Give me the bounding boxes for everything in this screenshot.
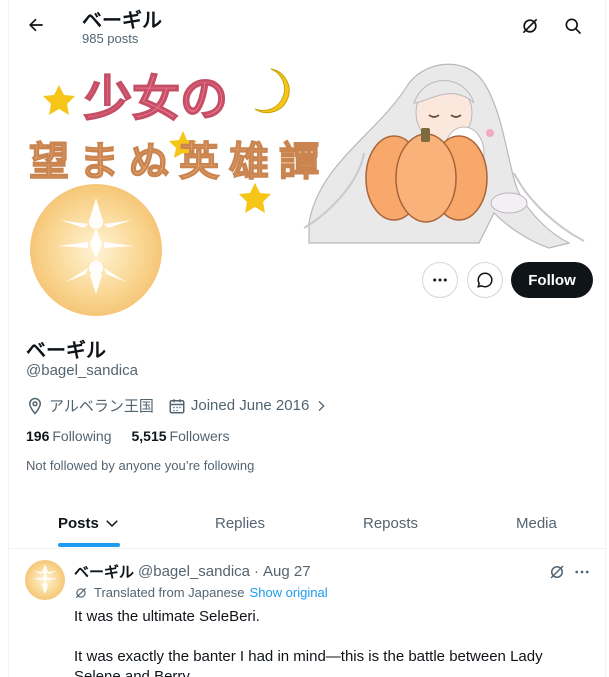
back-button[interactable]: [19, 8, 53, 42]
grok-button[interactable]: [513, 9, 547, 43]
tab-label: Replies: [215, 514, 266, 532]
display-name: ベーギル: [26, 338, 106, 362]
profile-tabs: Posts Replies Reposts Media: [9, 497, 605, 549]
avatar-image: [30, 184, 162, 316]
followers-count: 5,515: [131, 428, 167, 444]
location-text: アルベラン王国: [49, 398, 154, 415]
top-bar: ベーギル 985 posts: [9, 0, 605, 53]
translation-note: Translated from Japanese Show original: [74, 585, 328, 600]
post-date[interactable]: Aug 27: [263, 563, 311, 580]
more-button[interactable]: [422, 262, 458, 298]
follow-button[interactable]: Follow: [511, 262, 593, 298]
post-text-line: It was the ultimate SeleBeri.: [74, 608, 260, 625]
join-date[interactable]: Joined June 2016: [168, 397, 334, 415]
followers-link[interactable]: 5,515 Followers: [132, 428, 230, 444]
followers-label: Followers: [169, 428, 230, 444]
post-header: ベーギル @bagel_sandica · Aug 27: [74, 561, 311, 582]
banner-title-line1: 少女の: [84, 71, 228, 127]
location: アルベラン王国: [26, 395, 154, 416]
grok-icon: [550, 565, 564, 579]
banner-title-line2: 望まぬ英雄譚: [29, 139, 329, 185]
following-link[interactable]: 196 Following: [26, 428, 112, 444]
post-item[interactable]: ベーギル @bagel_sandica · Aug 27 Translated …: [9, 549, 605, 677]
tab-reposts[interactable]: Reposts: [363, 497, 418, 549]
profile-avatar[interactable]: [26, 180, 166, 320]
tab-label: Media: [516, 514, 557, 532]
chevron-right-icon: [318, 400, 325, 411]
follow-stats: 196 Following 5,515 Followers: [26, 428, 249, 444]
search-icon: [565, 18, 582, 35]
following-label: Following: [52, 428, 112, 444]
joined-text: Joined June 2016: [190, 397, 310, 414]
message-icon: [477, 272, 493, 288]
post-count: 985 posts: [82, 31, 139, 46]
star-icon: [43, 85, 75, 115]
page-title: ベーギル: [82, 8, 162, 32]
post-separator: ·: [254, 563, 259, 580]
post-more-button[interactable]: [569, 559, 595, 585]
message-button[interactable]: [467, 262, 503, 298]
calendar-icon: [169, 398, 185, 413]
tab-label: Reposts: [363, 514, 419, 532]
translate-icon: [75, 587, 87, 598]
post-avatar[interactable]: [25, 560, 65, 600]
user-handle: @bagel_sandica: [26, 362, 138, 379]
grok-icon: [522, 18, 538, 34]
arrow-left-icon: [29, 18, 43, 32]
tab-replies[interactable]: Replies: [215, 497, 265, 549]
more-icon: [433, 278, 447, 282]
translated-text: Translated from Japanese: [94, 585, 245, 600]
following-count: 196: [26, 428, 50, 444]
chevron-down-icon: [106, 520, 118, 528]
moon-icon: [254, 68, 290, 114]
tab-media[interactable]: Media: [516, 497, 557, 549]
tab-label: Posts: [58, 514, 99, 532]
tab-posts[interactable]: Posts: [58, 497, 121, 549]
star-icon: [239, 183, 271, 213]
not-followed-note: Not followed by anyone you’re following: [26, 458, 255, 473]
location-pin-icon: [28, 397, 42, 415]
more-icon: [575, 570, 589, 574]
post-author-name[interactable]: ベーギル: [74, 561, 134, 582]
profile-page: ベーギル 985 posts 少女の 望まぬ英雄譚 Follow ベーギル @b…: [8, 0, 606, 677]
post-author-handle[interactable]: @bagel_sandica: [138, 563, 250, 580]
post-text-line: It was exactly the banter I had in mind—…: [74, 648, 543, 677]
search-button[interactable]: [556, 9, 590, 43]
post-grok-button[interactable]: [544, 559, 570, 585]
pumpkin-illustration: [365, 128, 488, 223]
show-original-link[interactable]: Show original: [250, 585, 328, 600]
profile-meta: アルベラン王国 Joined June 2016: [26, 395, 348, 416]
active-tab-indicator: [58, 543, 120, 547]
post-body: It was the ultimate SeleBeri. It was exa…: [74, 607, 589, 677]
